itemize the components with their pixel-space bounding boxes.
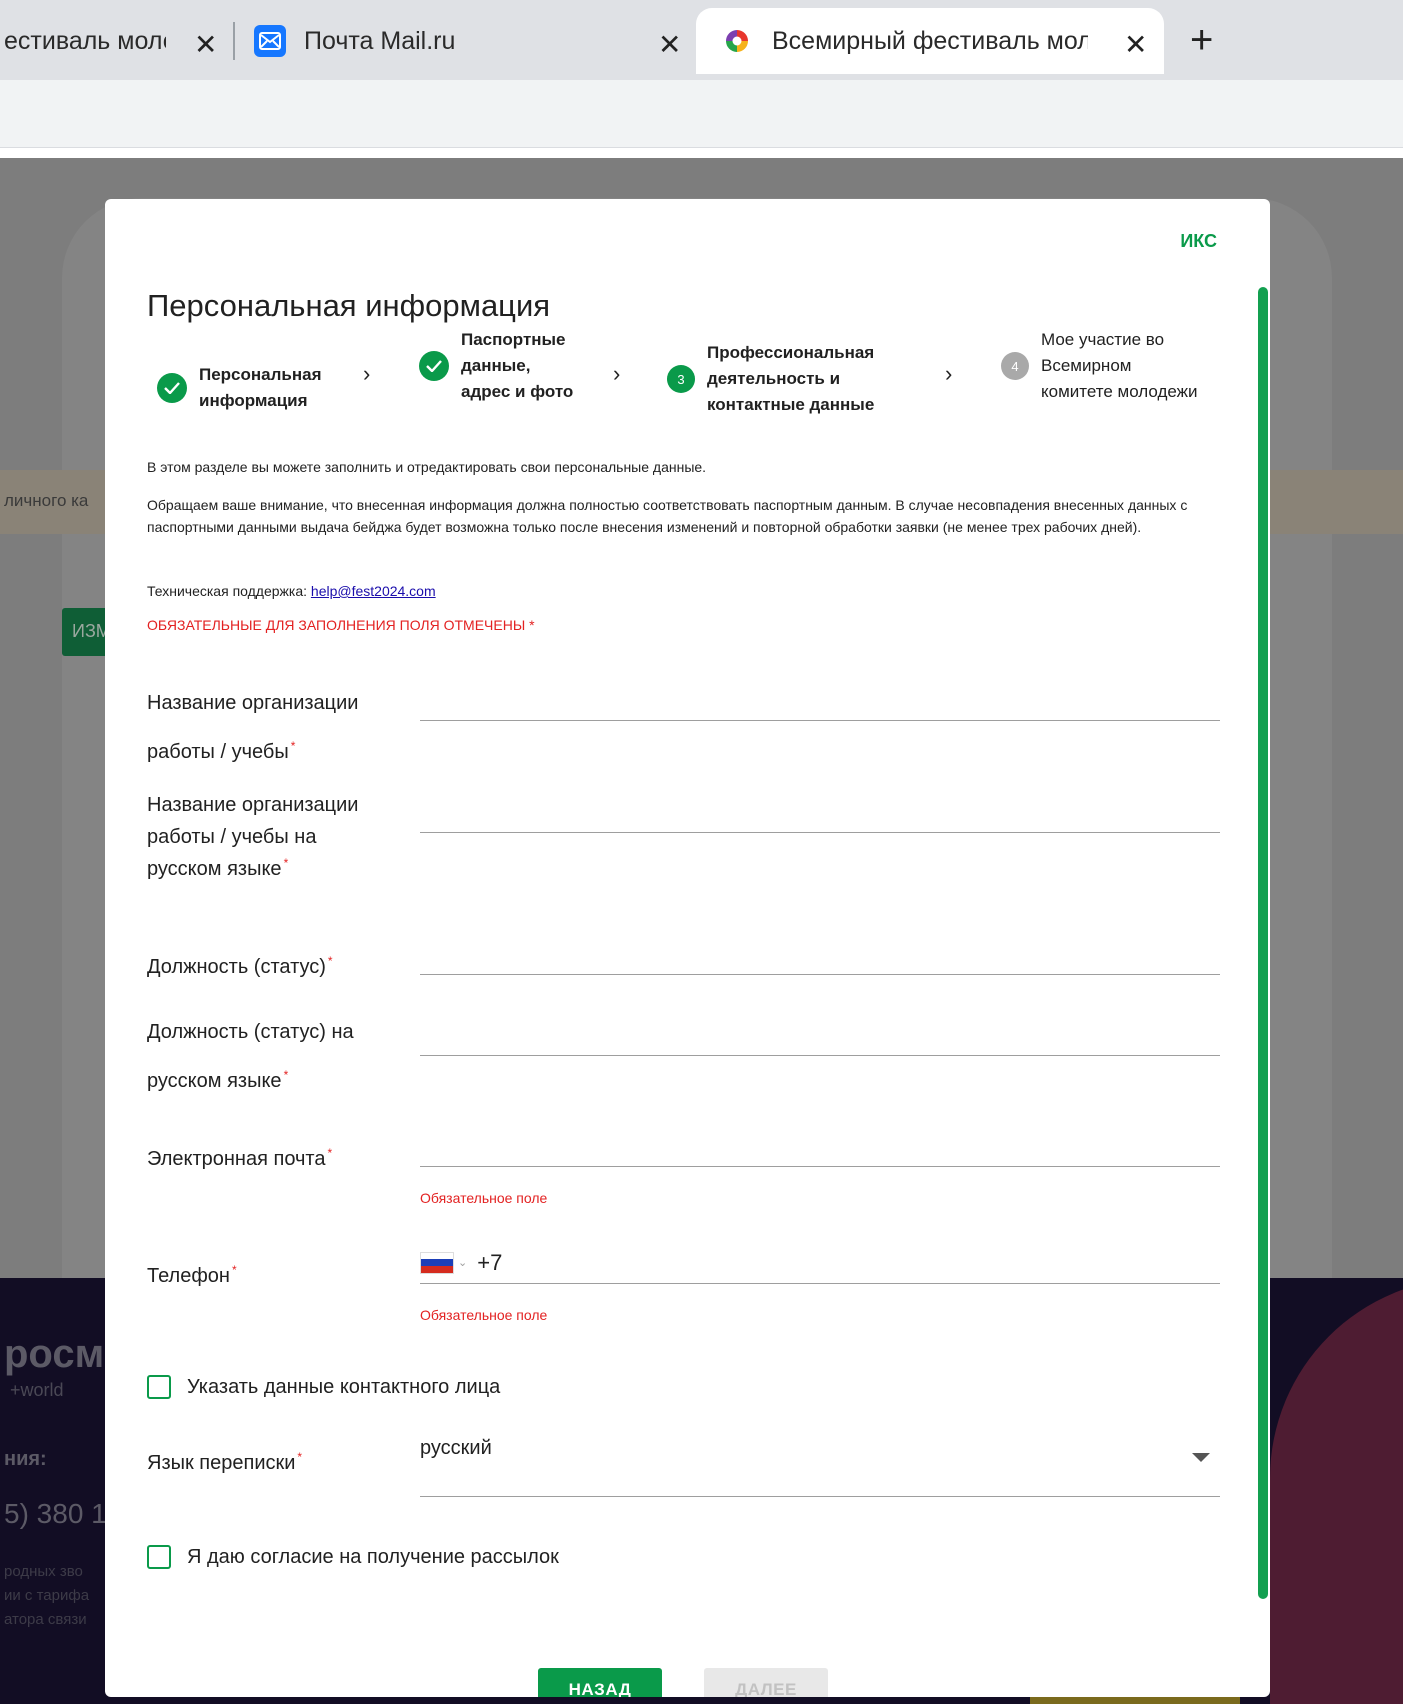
required-mark: * — [231, 1263, 237, 1277]
org-name-ru-label: Название организации работы / учебы на р… — [147, 794, 359, 880]
required-mark: * — [283, 1068, 289, 1082]
position-label: Должность (статус) * — [147, 954, 333, 978]
warning-text: личного ка — [4, 491, 89, 510]
info-warning-text: Обращаем ваше внимание, что внесенная ин… — [147, 497, 1188, 535]
browser-tab-mail[interactable]: Почта Mail.ru ✕ — [254, 8, 684, 74]
info-text: В этом разделе вы можете заполнить и отр… — [147, 459, 707, 475]
step-label: Профессиональная деятельность и контактн… — [707, 343, 875, 414]
tab-title: Почта Mail.ru — [304, 26, 456, 55]
required-mark: * — [290, 739, 296, 753]
language-selected-value: русский — [420, 1437, 492, 1459]
newsletter-checkbox[interactable] — [147, 1545, 171, 1569]
language-select[interactable]: русский — [420, 1427, 1220, 1497]
next-button[interactable]: ДАЛЕЕ — [704, 1668, 828, 1697]
contact-person-checkbox[interactable] — [147, 1375, 171, 1399]
required-mark: * — [327, 954, 333, 968]
new-tab-button[interactable]: + — [1190, 18, 1213, 63]
chrome-divider — [0, 148, 1403, 158]
language-label: Язык переписки * — [147, 1450, 303, 1474]
position-ru-label: Должность (статус) на русском языке * — [147, 1021, 354, 1092]
step-label: Паспортные данные, адрес и фото — [461, 330, 574, 401]
step-committee[interactable]: 4 Мое участие во Всемирном комитете моло… — [1001, 327, 1201, 405]
chevron-right-icon: › — [945, 361, 953, 386]
phone-label: Телефон * — [147, 1263, 237, 1287]
phone-country-code: +7 — [477, 1249, 503, 1275]
org-name-input[interactable] — [420, 677, 1220, 721]
chevron-right-icon: › — [613, 361, 621, 386]
phone-input[interactable]: ⌄ +7 — [420, 1242, 1220, 1284]
browser-tab-fest-1[interactable]: естиваль моло ✕ — [4, 8, 224, 74]
back-button[interactable]: НАЗАД — [538, 1668, 662, 1697]
mail-icon — [254, 25, 286, 57]
close-tab-icon[interactable]: ✕ — [658, 28, 681, 61]
footer-phone: 5) 380 1 — [4, 1498, 107, 1529]
contact-person-label: Указать данные контактного лица — [187, 1375, 501, 1398]
browser-tab-fest-active[interactable]: Всемирный фестиваль моло ✕ — [696, 8, 1164, 74]
close-modal-link[interactable]: ИКС — [1180, 231, 1217, 252]
browser-tab-bar: естиваль моло ✕ Почта Mail.ru ✕ Всемирны… — [0, 0, 1403, 80]
step-number: 3 — [667, 365, 695, 393]
festival-logo-icon — [724, 28, 750, 54]
email-label: Электронная почта * — [147, 1146, 333, 1170]
dropdown-arrow-icon[interactable] — [1192, 1453, 1210, 1462]
address-bar[interactable] — [0, 80, 1403, 148]
newsletter-checkbox-row[interactable]: Я даю согласие на получение рассылок — [147, 1545, 559, 1569]
chevron-right-icon: › — [363, 361, 371, 386]
contact-person-checkbox-row[interactable]: Указать данные контактного лица — [147, 1375, 500, 1399]
check-icon — [157, 373, 187, 403]
email-input[interactable] — [420, 1123, 1220, 1167]
footer-note: родных зво ии с тарифа атора связи — [4, 1563, 90, 1628]
email-error: Обязательное поле — [420, 1190, 548, 1206]
phone-error: Обязательное поле — [420, 1307, 548, 1323]
step-label: Мое участие во Всемирном комитете молоде… — [1041, 330, 1198, 401]
footer-logo-text: росм — [4, 1332, 105, 1376]
position-input[interactable] — [420, 931, 1220, 975]
org-name-ru-input[interactable] — [420, 789, 1220, 833]
modal-scrollbar[interactable] — [1258, 287, 1268, 1599]
newsletter-label: Я даю согласие на получение рассылок — [187, 1545, 559, 1568]
step-label: Персональная информация — [199, 365, 322, 410]
personal-info-modal: ИКС Персональная информация Персональная… — [105, 199, 1270, 1697]
step-number: 4 — [1001, 352, 1029, 380]
required-fields-note: ОБЯЗАТЕЛЬНЫЕ ДЛЯ ЗАПОЛНЕНИЯ ПОЛЯ ОТМЕЧЕН… — [147, 617, 535, 633]
required-mark: * — [297, 1450, 303, 1464]
close-tab-icon[interactable]: ✕ — [1124, 28, 1147, 61]
footer-contacts-label: ния: — [4, 1448, 47, 1470]
check-icon — [419, 351, 449, 381]
step-professional[interactable]: 3 Профессиональная деятельность и контак… — [667, 340, 907, 418]
tab-title: Всемирный фестиваль моло — [772, 26, 1088, 55]
support-email-link[interactable]: help@fest2024.com — [311, 583, 436, 599]
step-personal-info[interactable]: Персональная информация — [157, 362, 337, 414]
tab-title: естиваль моло — [4, 26, 166, 55]
required-mark: * — [327, 1146, 333, 1160]
russia-flag-icon[interactable] — [420, 1251, 454, 1274]
modal-title: Персональная информация — [147, 288, 551, 323]
footer-logo-sub: +world — [10, 1380, 64, 1400]
position-ru-input[interactable] — [420, 1012, 1220, 1056]
required-mark: * — [283, 856, 289, 870]
org-name-label: Название организации работы / учебы * — [147, 692, 359, 763]
tab-separator — [233, 22, 235, 60]
close-tab-icon[interactable]: ✕ — [194, 28, 217, 61]
support-label: Техническая поддержка: — [147, 583, 311, 599]
chevron-down-icon[interactable]: ⌄ — [458, 1256, 467, 1269]
support-line: Техническая поддержка: help@fest2024.com — [147, 580, 1227, 602]
step-passport[interactable]: Паспортные данные, адрес и фото — [419, 327, 589, 405]
